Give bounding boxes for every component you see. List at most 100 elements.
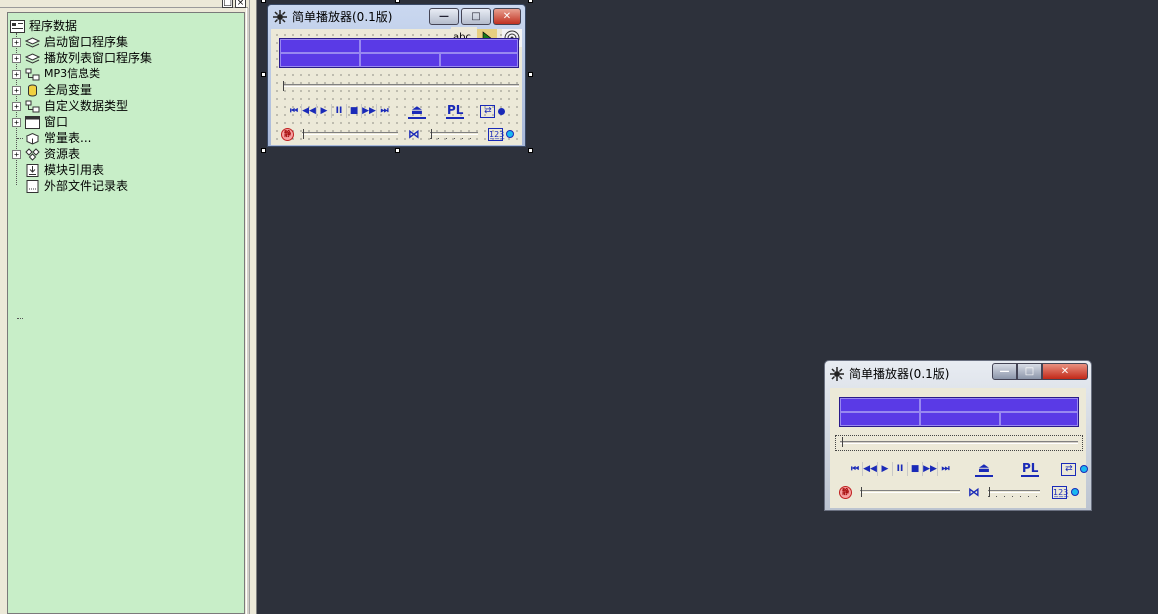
file-icon [26, 179, 39, 193]
play-button[interactable]: ▶ [878, 462, 893, 476]
tree-item-startup-window-class[interactable]: + 启动窗口程序集 [12, 34, 128, 50]
panel-splitter[interactable] [249, 0, 257, 614]
prev-track-button[interactable]: ⏮ [848, 462, 863, 476]
pause-button[interactable]: II [332, 104, 347, 118]
lcd-segment [280, 39, 360, 53]
forward-button[interactable]: ▶▶ [923, 462, 938, 476]
app-icon [273, 10, 287, 24]
volume-slider[interactable] [860, 487, 960, 497]
tree-item-module-references[interactable]: 模块引用表 [12, 162, 104, 319]
transport-controls: ⏮ ◀◀ ▶ II ■ ▶▶ ⏭ ⏏ PL ⇄ [848, 461, 1089, 477]
tree-item-label: 窗口 [44, 115, 69, 129]
balance-thumb[interactable] [431, 129, 432, 139]
pause-button[interactable]: II [893, 462, 908, 476]
expand-toggle[interactable]: + [12, 85, 21, 95]
next-track-button[interactable]: ⏭ [938, 462, 953, 476]
volume-slider[interactable] [302, 129, 398, 139]
next-track-button[interactable]: ⏭ [377, 104, 392, 118]
expand-toggle[interactable]: + [12, 117, 21, 127]
playlist-button[interactable]: PL [446, 103, 465, 119]
expand-toggle[interactable]: + [12, 53, 21, 63]
tree-item-resources[interactable]: + 资源表 [12, 146, 80, 162]
balance-slider[interactable] [430, 129, 478, 139]
equalizer-button[interactable]: 1̲2̲3̲ [1052, 485, 1068, 499]
seek-thumb[interactable] [283, 81, 286, 91]
tree-item-custom-data-types[interactable]: + 自定义数据类型 [12, 98, 128, 114]
equalizer-button[interactable]: 1̲2̲3̲ [488, 127, 504, 141]
balance-slider[interactable] [988, 487, 1040, 497]
window-titlebar[interactable]: 简单播放器(0.1版) — □ ✕ [825, 361, 1091, 387]
lcd-segment [920, 412, 1000, 426]
mute-button[interactable]: 静 [839, 485, 852, 499]
balance-icon: ⋈ [968, 485, 980, 499]
seek-thumb[interactable] [842, 437, 845, 447]
tree-root-label: 程序数据 [29, 19, 78, 33]
repeat-toggle[interactable]: ⇄ [480, 104, 496, 118]
window-titlebar[interactable]: 简单播放器(0.1版) — □ ✕ [268, 5, 525, 29]
tree-item-mp3-info-class[interactable]: + MP3信息类 [12, 66, 100, 82]
minimize-button[interactable]: — [429, 8, 459, 25]
tree-root[interactable]: 程序数据 [10, 18, 77, 34]
expand-toggle[interactable]: + [12, 69, 21, 79]
stop-button[interactable]: ■ [908, 462, 923, 476]
rewind-button[interactable]: ◀◀ [863, 462, 878, 476]
maximize-button[interactable]: □ [461, 8, 491, 25]
seek-bar[interactable] [283, 81, 519, 92]
tree-item-label: MP3信息类 [44, 67, 101, 80]
tree-panel-header: □ × [0, 0, 248, 8]
expand-toggle[interactable]: + [12, 149, 21, 159]
resize-handle[interactable] [395, 0, 400, 3]
playlist-button[interactable]: PL [1021, 461, 1040, 477]
panel-restore-button[interactable]: □ [222, 0, 233, 8]
designer-player-window[interactable]: 简单播放器(0.1版) — □ ✕ abc ⏮ ◀◀ ▶ II ■ ▶▶ ⏭ [267, 4, 526, 147]
volume-thumb[interactable] [861, 487, 862, 497]
player-window[interactable]: 简单播放器(0.1版) — □ ✕ ⏮ ◀◀ ▶ II ■ ▶▶ ⏭ ⏏ PL … [824, 360, 1092, 511]
play-button[interactable]: ▶ [317, 104, 332, 118]
tree-item-playlist-window-class[interactable]: + 播放列表窗口程序集 [12, 50, 152, 66]
minimize-button[interactable]: — [992, 363, 1017, 380]
lcd-segment [280, 53, 360, 67]
module-icon [26, 163, 39, 177]
mute-button[interactable]: 静 [281, 127, 294, 141]
eject-button[interactable]: ⏏ [975, 461, 993, 477]
resource-icon [25, 147, 40, 161]
stop-button[interactable]: ■ [347, 104, 362, 118]
resize-handle[interactable] [528, 148, 533, 153]
project-tree-panel: □ × 程序数据 + 启动窗口程序集 + 播放列表窗口程序集 + MP3信息类 … [0, 0, 257, 614]
resize-handle[interactable] [261, 72, 266, 77]
caption-buttons: — □ ✕ [429, 8, 521, 25]
resize-handle[interactable] [528, 0, 533, 3]
tree-item-external-files[interactable]: 外部文件记录表 [12, 178, 128, 194]
balance-thumb[interactable] [989, 487, 990, 497]
tree-item-label: 资源表 [44, 147, 81, 161]
close-button[interactable]: ✕ [1042, 363, 1088, 380]
volume-thumb[interactable] [303, 129, 304, 139]
forward-button[interactable]: ▶▶ [362, 104, 377, 118]
close-button[interactable]: ✕ [493, 8, 521, 25]
expand-toggle[interactable]: + [12, 101, 21, 111]
maximize-button[interactable]: □ [1017, 363, 1042, 380]
resize-handle[interactable] [261, 148, 266, 153]
tree-item-constants[interactable]: 常量表... [12, 130, 91, 146]
lcd-display [839, 397, 1079, 427]
panel-close-button[interactable]: × [235, 0, 246, 8]
repeat-toggle[interactable]: ⇄ [1061, 462, 1077, 476]
window-title: 简单播放器(0.1版) [849, 367, 950, 381]
prev-track-button[interactable]: ⏮ [287, 104, 302, 118]
tree-item-windows[interactable]: + 窗口 [12, 114, 68, 130]
lcd-segment [1000, 412, 1078, 426]
tree-item-label: 播放列表窗口程序集 [44, 51, 153, 65]
eject-button[interactable]: ⏏ [408, 103, 426, 119]
rewind-button[interactable]: ◀◀ [302, 104, 317, 118]
equalizer-indicator [506, 130, 514, 138]
resize-handle[interactable] [528, 72, 533, 77]
resize-handle[interactable] [395, 148, 400, 153]
seek-bar[interactable] [835, 435, 1083, 451]
lcd-segment [440, 53, 518, 67]
tree-item-global-variables[interactable]: + 全局变量 [12, 82, 92, 98]
expand-toggle[interactable]: + [12, 37, 21, 47]
window-icon [25, 115, 40, 129]
lcd-segment [840, 398, 920, 412]
resize-handle[interactable] [261, 0, 266, 3]
lcd-segment [920, 398, 1078, 412]
